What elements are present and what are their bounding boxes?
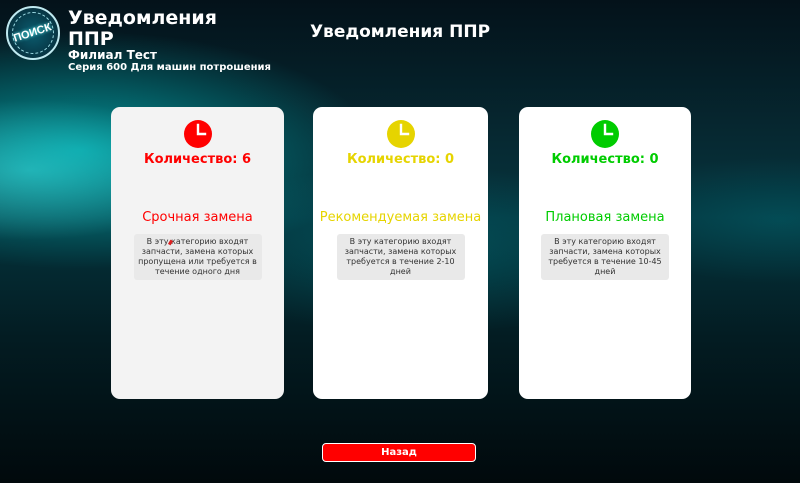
category-description: В эту категорию входят запчасти, замена … xyxy=(336,234,465,280)
page-title: Уведомления ППР xyxy=(309,22,491,42)
recommended-replacement-card[interactable]: Количество: 0 Рекомендуемая замена В эту… xyxy=(313,107,488,399)
category-title: Плановая замена xyxy=(545,210,665,225)
count-label: Количество: 6 xyxy=(143,152,252,167)
clock-icon xyxy=(183,119,213,149)
urgent-replacement-card[interactable]: Количество: 6 Срочная замена В эту катег… xyxy=(111,107,284,399)
category-description: В эту категорию входят запчасти, замена … xyxy=(133,234,262,280)
back-button[interactable]: Назад xyxy=(322,443,476,462)
clock-icon xyxy=(590,119,620,149)
count-label: Количество: 0 xyxy=(551,152,659,167)
category-title: Срочная замена xyxy=(142,210,253,225)
planned-replacement-card[interactable]: Количество: 0 Плановая замена В эту кате… xyxy=(519,107,691,399)
branch-name: Филиал Тест xyxy=(68,48,157,62)
category-title: Рекомендуемая замена xyxy=(319,210,482,225)
count-label: Количество: 0 xyxy=(346,152,455,167)
clock-icon xyxy=(386,119,416,149)
series-name: Серия 600 Для машин потрошения xyxy=(68,62,271,73)
category-description: В эту категорию входят запчасти, замена … xyxy=(541,234,669,280)
